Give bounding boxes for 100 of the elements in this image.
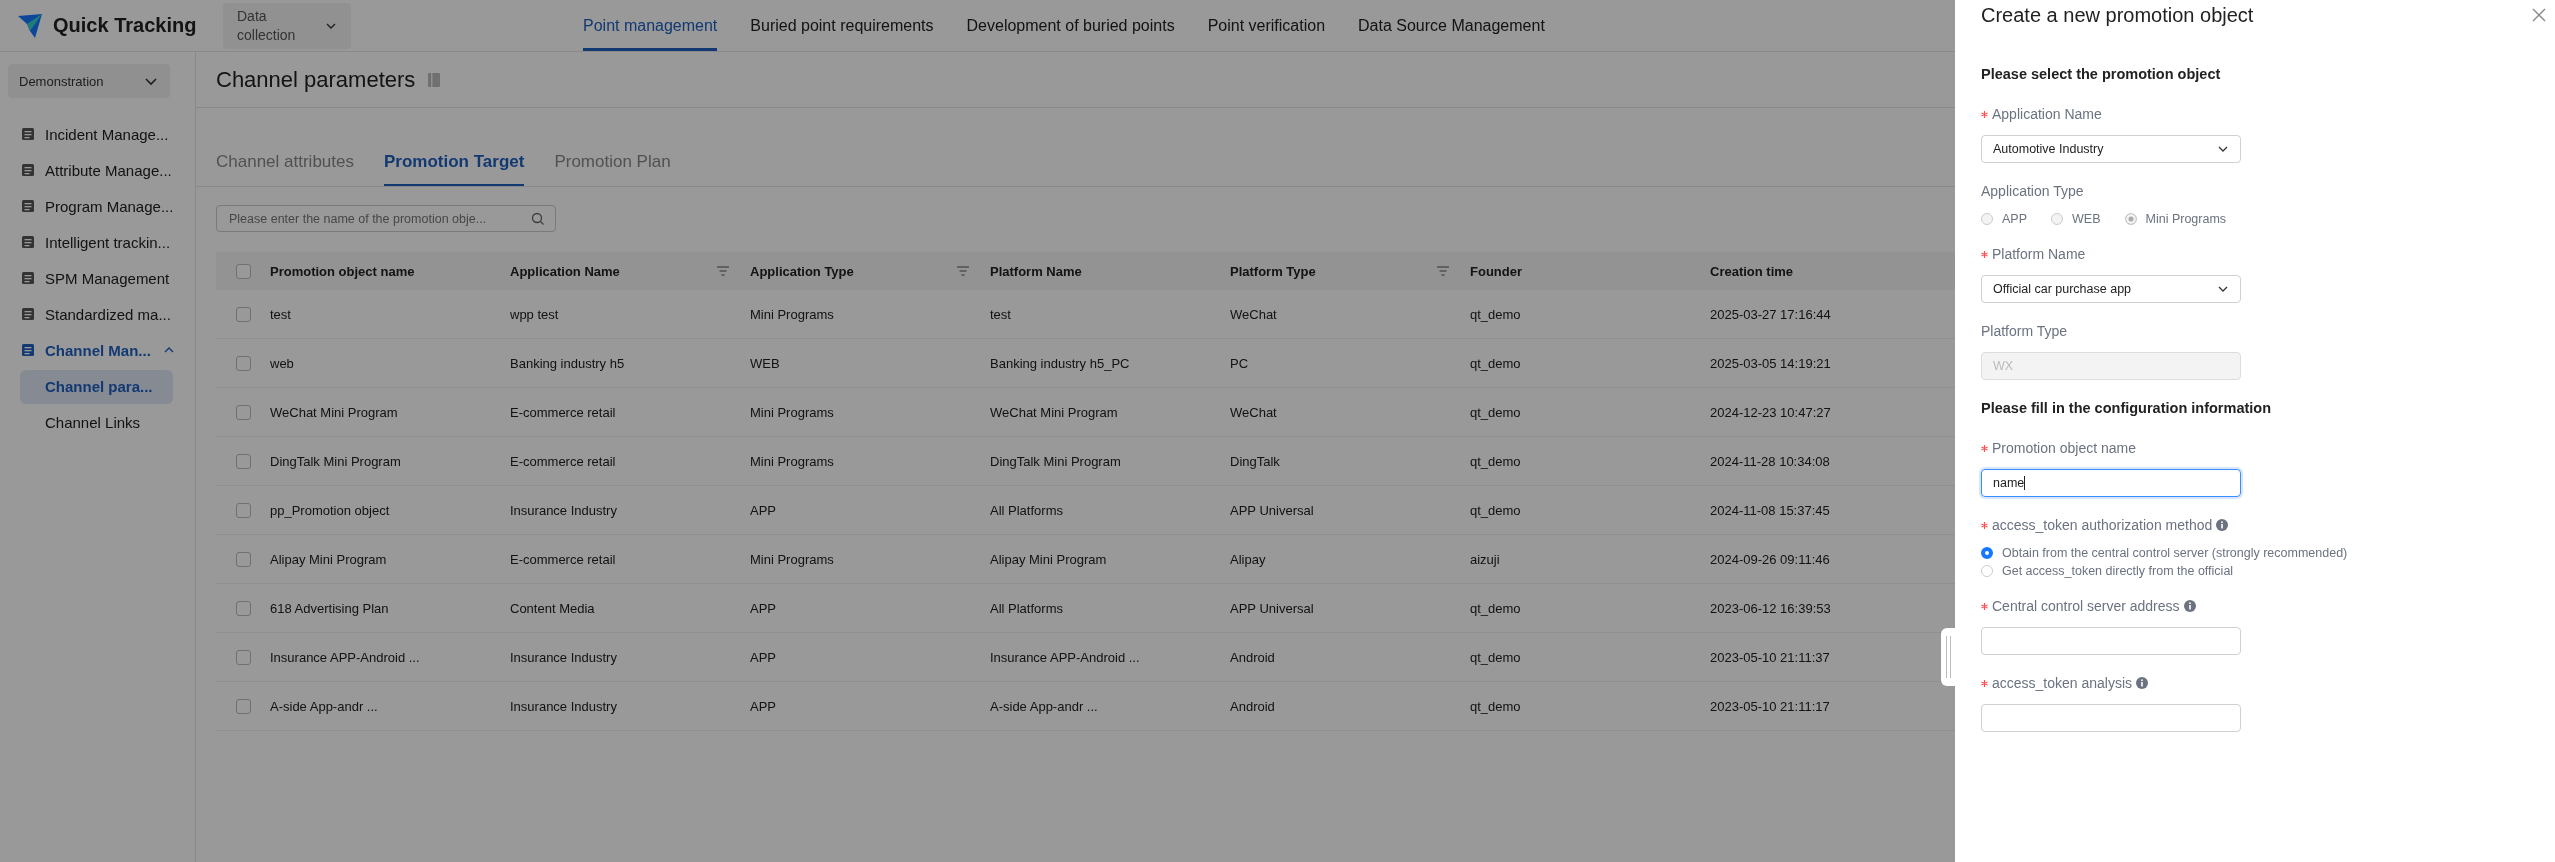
table-cell: Banking industry h5 — [510, 355, 625, 371]
search-field[interactable]: Please enter the name of the promotion obje... — [216, 205, 556, 232]
submenu-item[interactable]: Channel Links — [20, 406, 173, 440]
table-cell: APP Universal — [1230, 502, 1314, 518]
table-cell: Mini Programs — [750, 551, 834, 567]
table-cell: DingTalk — [1230, 453, 1280, 469]
checkbox[interactable] — [235, 453, 251, 469]
table-cell: 2023-05-10 21:11:17 — [1710, 698, 1830, 714]
info-icon[interactable] — [2216, 519, 2229, 531]
menu-item[interactable]: Incident Manage... — [8, 116, 195, 152]
table-cell: PC — [1230, 355, 1249, 371]
table-cell: Mini Programs — [750, 453, 834, 469]
radio-button[interactable] — [1981, 547, 1993, 559]
table-cell: APP — [750, 502, 776, 518]
select-field[interactable]: Official car purchase app — [1981, 275, 2241, 303]
column-header: Application Type — [750, 263, 990, 279]
info-icon[interactable] — [2136, 677, 2149, 689]
list-icon — [20, 126, 36, 142]
checkbox[interactable] — [235, 649, 251, 665]
table-cell: Mini Programs — [750, 404, 834, 420]
search-icon — [531, 211, 545, 226]
submenu-item[interactable]: Channel para... — [20, 370, 173, 404]
checkbox[interactable] — [235, 355, 251, 371]
field-label: Platform Type — [1981, 323, 2068, 339]
radio-option[interactable]: Obtain from the central control server (strongly recommended) — [1981, 546, 2529, 560]
nav-tab[interactable]: Point management — [583, 0, 718, 51]
field-label: access_token authorization method — [1992, 517, 2213, 533]
table-cell: qt_demo — [1470, 649, 1521, 665]
checkbox[interactable] — [235, 263, 251, 279]
filter-icon[interactable] — [956, 265, 970, 277]
checkbox[interactable] — [235, 306, 251, 322]
table-cell: E-commerce retail — [510, 404, 616, 420]
table-cell: Mini Programs — [750, 306, 834, 322]
close-icon[interactable] — [2531, 7, 2547, 23]
book-icon[interactable] — [427, 71, 442, 88]
table-cell: qt_demo — [1470, 698, 1521, 714]
table-cell: APP Universal — [1230, 600, 1314, 616]
table-cell: 2024-11-08 15:37:45 — [1710, 502, 1830, 518]
section-heading: Please select the promotion object — [1981, 66, 2222, 82]
table-cell: APP — [750, 698, 776, 714]
table-cell: Alipay Mini Program — [990, 551, 1107, 567]
tab[interactable]: Promotion Target — [384, 152, 525, 186]
nav-tab[interactable]: Data Source Management — [1358, 0, 1545, 51]
table-cell: Insurance APP-Android ... — [990, 649, 1140, 665]
table-cell: DingTalk Mini Program — [270, 453, 401, 469]
checkbox[interactable] — [235, 600, 251, 616]
workspace-select[interactable]: Data collection — [223, 2, 351, 49]
table-cell: qt_demo — [1470, 306, 1521, 322]
input-field[interactable] — [1981, 704, 2241, 732]
table-cell: Alipay — [1230, 551, 1266, 567]
menu-item[interactable]: Intelligent trackin... — [8, 224, 195, 260]
table-cell: Insurance Industry — [510, 649, 617, 665]
field-label: Application Name — [1992, 106, 2102, 122]
filter-icon[interactable] — [716, 265, 730, 277]
table-cell: 2025-03-27 17:16:44 — [1710, 306, 1831, 322]
filter-icon[interactable] — [1436, 265, 1450, 277]
table-cell: wpp test — [510, 306, 559, 322]
section-heading: Please fill in the configuration information — [1981, 400, 2273, 416]
app-name: Quick Tracking — [53, 14, 197, 37]
nav-tab[interactable]: Development of buried points — [966, 0, 1175, 51]
page-title: Channel parameters — [216, 66, 416, 93]
table-cell: WEB — [750, 355, 780, 371]
table-cell: 2024-09-26 09:11:46 — [1710, 551, 1830, 567]
table-cell: qt_demo — [1470, 502, 1521, 518]
nav-tab[interactable]: Point verification — [1207, 0, 1326, 51]
checkbox[interactable] — [235, 502, 251, 518]
table-cell: Android — [1230, 649, 1275, 665]
menu-item[interactable]: Standardized ma... — [8, 296, 195, 332]
field-label: Platform Name — [1992, 246, 2086, 262]
input-field[interactable] — [1981, 627, 2241, 655]
drag-handle[interactable] — [1941, 628, 1955, 686]
field-label: Central control server address — [1992, 598, 2180, 614]
menu-item[interactable]: Attribute Manage... — [8, 152, 195, 188]
radio-option[interactable]: Get access_token directly from the official — [1981, 564, 2529, 578]
menu-item[interactable]: Channel Man... — [8, 332, 195, 368]
column-header: Platform Name — [990, 263, 1083, 279]
table-cell: qt_demo — [1470, 355, 1521, 371]
table-cell: Content Media — [510, 600, 595, 616]
column-header: Platform Type — [1230, 263, 1470, 279]
info-icon[interactable] — [2183, 600, 2196, 612]
column-header: Promotion object name — [270, 263, 416, 279]
table-cell: WeChat — [1230, 306, 1277, 322]
checkbox[interactable] — [235, 551, 251, 567]
table-cell: Alipay Mini Program — [270, 551, 387, 567]
table-cell: DingTalk Mini Program — [990, 453, 1121, 469]
checkbox[interactable] — [235, 698, 251, 714]
menu-item[interactable]: Program Manage... — [8, 188, 195, 224]
input-field[interactable]: name — [1981, 469, 2241, 497]
menu-item[interactable]: SPM Management — [8, 260, 195, 296]
column-header: Founder — [1470, 263, 1523, 279]
checkbox[interactable] — [235, 404, 251, 420]
table-cell: E-commerce retail — [510, 453, 616, 469]
table-cell: All Platforms — [990, 502, 1063, 518]
radio-button[interactable] — [1981, 565, 1993, 577]
nav-tab[interactable]: Buried point requirements — [750, 0, 934, 51]
select-field[interactable]: Automotive Industry — [1981, 135, 2241, 163]
project-select[interactable]: Demonstration — [8, 64, 170, 98]
table-cell: WeChat Mini Program — [270, 404, 398, 420]
table-cell: A-side App-andr ... — [270, 698, 378, 714]
table-cell: 618 Advertising Plan — [270, 600, 389, 616]
